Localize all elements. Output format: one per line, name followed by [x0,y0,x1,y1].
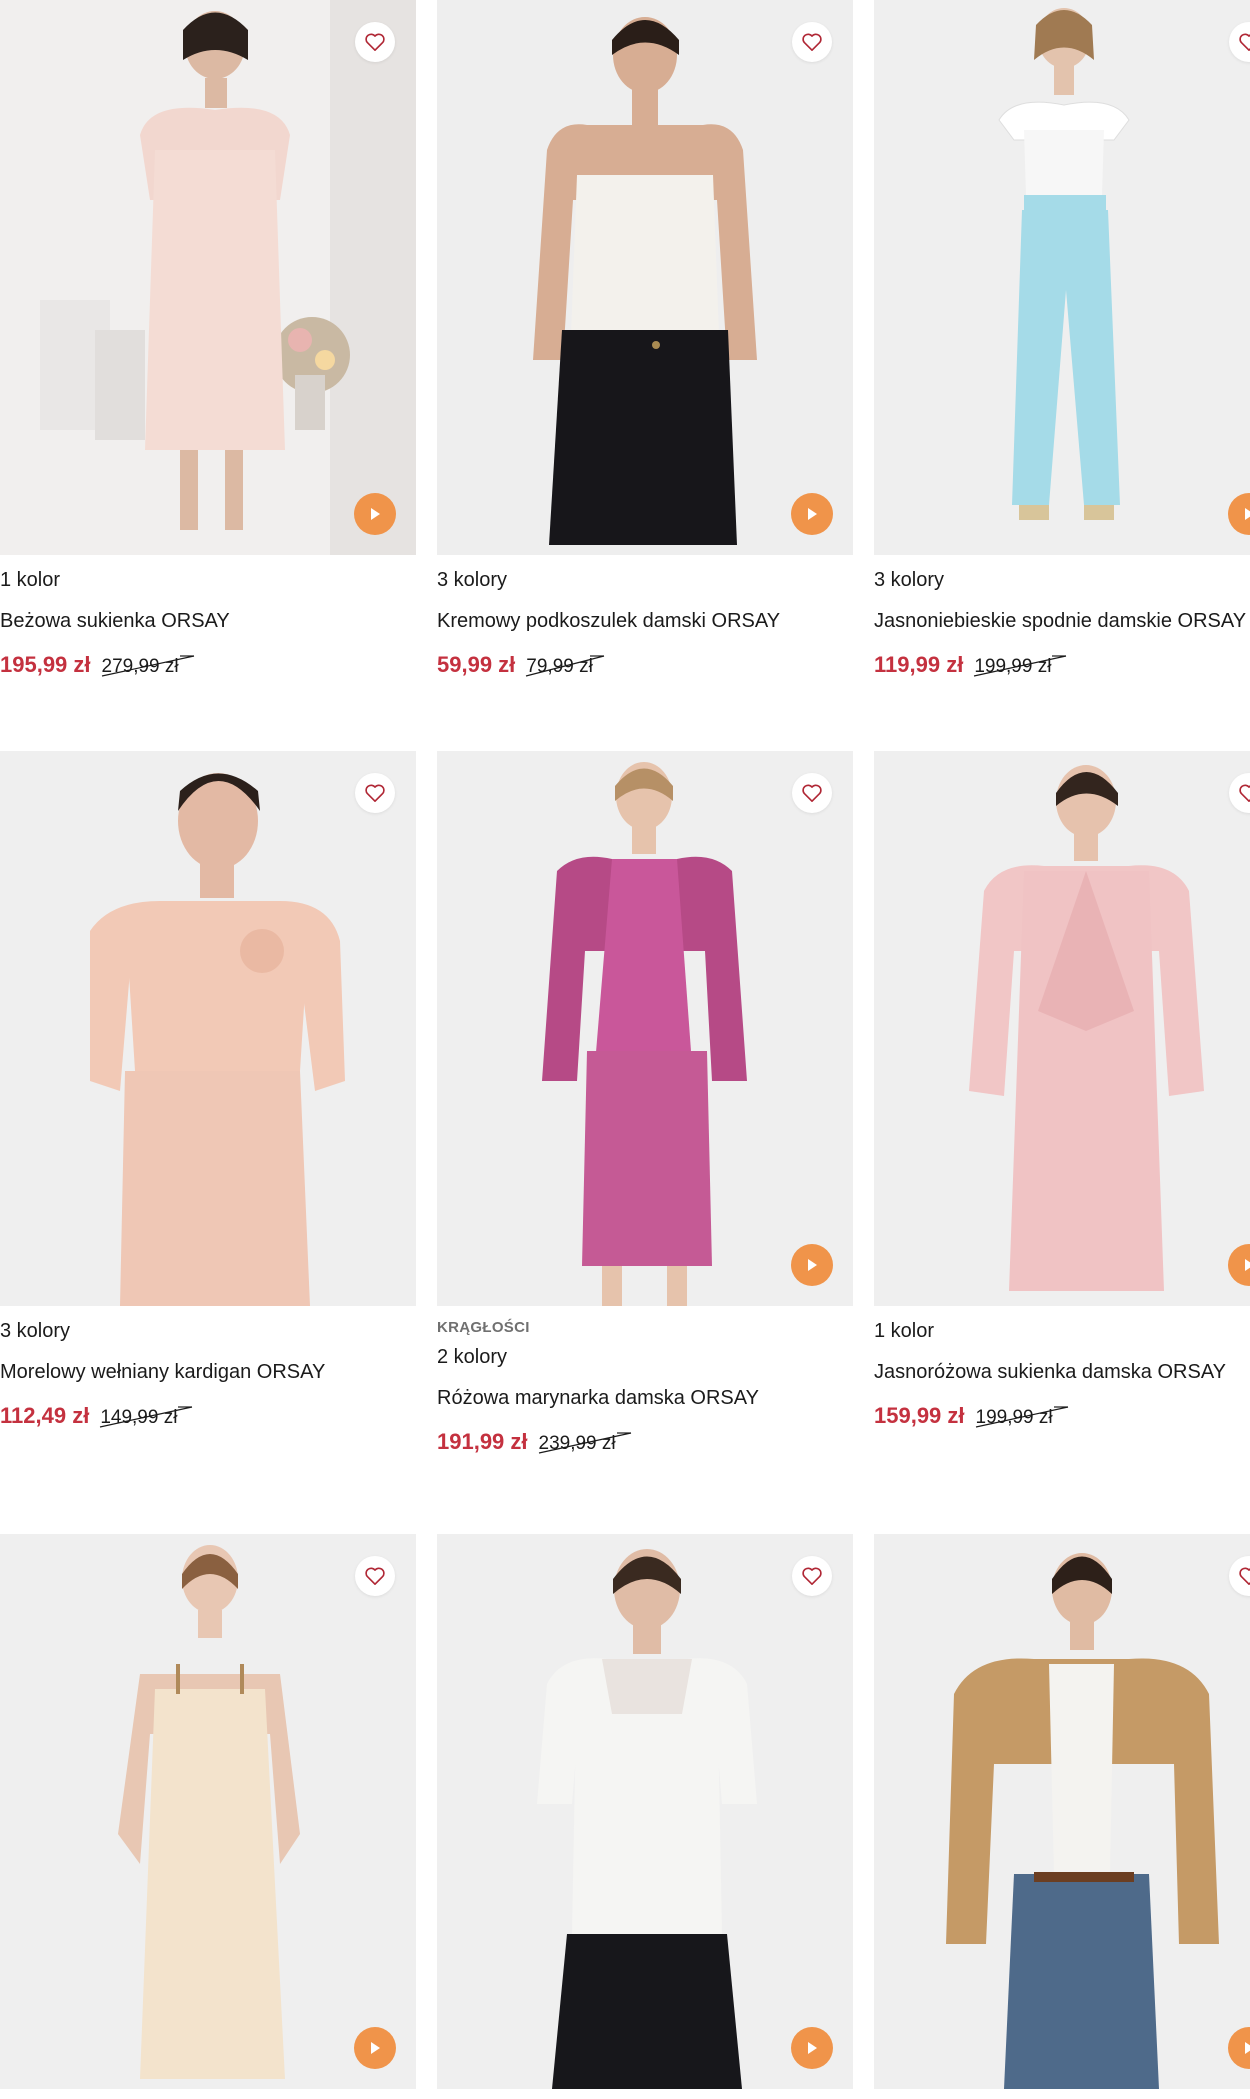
video-play-button[interactable] [354,2027,396,2069]
product-name[interactable]: Jasnoniebieskie spodnie damskie ORSAY [874,609,1250,633]
wishlist-button[interactable] [792,22,832,62]
heart-icon [1239,784,1250,802]
play-icon [1245,2042,1250,2054]
color-count: 3 kolory [0,1320,71,1342]
product-info: 3 kolory Kremowy podkoszulek damski ORSA… [437,555,853,678]
old-price: 199,99 zł [974,656,1052,677]
product-photo [437,1534,853,2089]
product-image[interactable] [874,0,1250,555]
product-card[interactable] [0,1534,416,2089]
product-card[interactable]: 1 kolor Beżowa sukienka ORSAY 195,99 zł … [0,0,416,678]
price-block: 119,99 zł 199,99 zł [874,652,1250,678]
video-play-button[interactable] [354,493,396,535]
price-block: 112,49 zł 149,99 zł [0,1403,416,1429]
color-count: 3 kolory [874,569,945,591]
sale-price: 191,99 zł [437,1429,528,1454]
old-price-wrap: 279,99 zł [101,655,194,678]
product-card[interactable]: 1 kolor Jasnoróżowa sukienka damska ORSA… [874,751,1250,1429]
product-info: 3 kolory Morelowy wełniany kardigan ORSA… [0,1306,416,1429]
product-photo [874,1534,1250,2089]
sale-price: 59,99 zł [437,652,516,677]
product-name[interactable]: Jasnoróżowa sukienka damska ORSAY [874,1360,1250,1384]
wishlist-button[interactable] [355,22,395,62]
old-price-wrap: 79,99 zł [526,655,605,678]
heart-icon [802,33,822,51]
heart-icon [1239,1567,1250,1585]
color-count: 3 kolory [437,569,508,591]
product-photo [874,751,1250,1306]
heart-icon [365,784,385,802]
product-card[interactable] [437,1534,853,2089]
old-price: 239,99 zł [538,1433,616,1454]
play-icon [371,2042,380,2054]
video-play-button[interactable] [791,1244,833,1286]
color-count: 1 kolor [0,569,61,591]
heart-icon [802,1567,822,1585]
product-image[interactable] [437,751,853,1306]
old-price: 279,99 zł [101,656,179,677]
product-card[interactable]: 3 kolory Jasnoniebieskie spodnie damskie… [874,0,1250,678]
old-price-wrap: 149,99 zł [100,1406,193,1429]
heart-icon [365,1567,385,1585]
product-photo [0,1534,416,2089]
product-grid: 1 kolor Beżowa sukienka ORSAY 195,99 zł … [0,0,1250,2099]
heart-icon [365,33,385,51]
product-image[interactable] [437,0,853,555]
product-image[interactable] [874,751,1250,1306]
sale-price: 159,99 zł [874,1403,965,1428]
product-photo [0,751,416,1306]
product-image[interactable] [0,751,416,1306]
price-block: 59,99 zł 79,99 zł [437,652,853,678]
old-price-wrap: 199,99 zł [975,1406,1068,1429]
play-icon [808,1259,817,1271]
product-image[interactable] [0,0,416,555]
collection-tag: KRĄGŁOŚCI [437,1319,530,1336]
old-price: 199,99 zł [975,1407,1053,1428]
play-icon [808,508,817,520]
product-card[interactable]: KRĄGŁOŚCI 2 kolory Różowa marynarka dams… [437,751,853,1455]
product-photo [874,0,1250,555]
product-info: 1 kolor Beżowa sukienka ORSAY 195,99 zł … [0,555,416,678]
product-info: 1 kolor Jasnoróżowa sukienka damska ORSA… [874,1306,1250,1429]
video-play-button[interactable] [791,493,833,535]
product-photo [437,0,853,555]
product-name[interactable]: Kremowy podkoszulek damski ORSAY [437,609,853,633]
old-price-wrap: 239,99 zł [538,1432,631,1455]
wishlist-button[interactable] [792,773,832,813]
video-play-button[interactable] [791,2027,833,2069]
sale-price: 195,99 zł [0,652,91,677]
play-icon [1245,508,1250,520]
product-card[interactable] [874,1534,1250,2089]
wishlist-button[interactable] [792,1556,832,1596]
product-name[interactable]: Morelowy wełniany kardigan ORSAY [0,1360,416,1384]
product-card[interactable]: 3 kolory Kremowy podkoszulek damski ORSA… [437,0,853,678]
product-info: 3 kolory Jasnoniebieskie spodnie damskie… [874,555,1250,678]
play-icon [1245,1259,1250,1271]
product-image[interactable] [437,1534,853,2089]
old-price-wrap: 199,99 zł [974,655,1067,678]
play-icon [808,2042,817,2054]
product-info: KRĄGŁOŚCI 2 kolory Różowa marynarka dams… [437,1306,853,1455]
price-block: 159,99 zł 199,99 zł [874,1403,1250,1429]
product-name[interactable]: Różowa marynarka damska ORSAY [437,1386,853,1410]
sale-price: 119,99 zł [874,652,964,677]
product-photo [437,751,853,1306]
product-card[interactable]: 3 kolory Morelowy wełniany kardigan ORSA… [0,751,416,1429]
product-photo [0,0,416,555]
heart-icon [802,784,822,802]
heart-icon [1239,33,1250,51]
play-icon [371,508,380,520]
product-image[interactable] [874,1534,1250,2089]
color-count: 1 kolor [874,1320,935,1342]
price-block: 195,99 zł 279,99 zł [0,652,416,678]
price-block: 191,99 zł 239,99 zł [437,1429,853,1455]
old-price: 149,99 zł [100,1407,178,1428]
old-price: 79,99 zł [526,656,593,677]
sale-price: 112,49 zł [0,1403,90,1428]
wishlist-button[interactable] [355,1556,395,1596]
wishlist-button[interactable] [355,773,395,813]
product-image[interactable] [0,1534,416,2089]
product-name[interactable]: Beżowa sukienka ORSAY [0,609,416,633]
color-count: 2 kolory [437,1346,508,1368]
